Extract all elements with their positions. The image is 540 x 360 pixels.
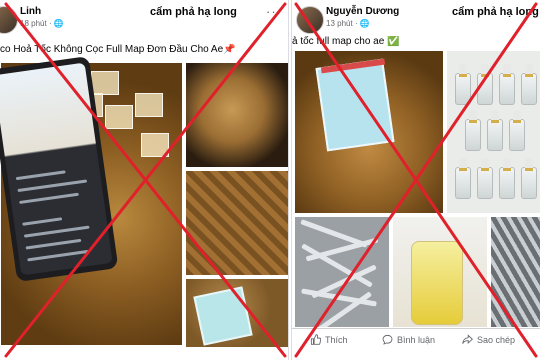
copy-button[interactable]: Sao chép (462, 334, 515, 345)
post-action-bar: Thích Bình luận Sao chép (292, 328, 540, 351)
post-photo-top-left[interactable] (294, 50, 444, 214)
comment-icon (382, 334, 393, 345)
jar (411, 241, 463, 325)
post-photo-bottom-middle[interactable] (392, 216, 488, 328)
group-name[interactable]: cẩm phả hạ long (452, 6, 539, 18)
like-label: Thích (325, 334, 348, 345)
check-icon: ✅ (387, 36, 400, 47)
caption-text: co Hoả Tốc Không Cọc Full Map Đơn Đầu Ch… (0, 44, 224, 55)
more-icon[interactable]: ··· (266, 4, 282, 19)
post-time[interactable]: 18 phút (20, 19, 47, 28)
post-time[interactable]: 13 phút (326, 19, 353, 28)
post-caption: co Hoả Tốc Không Cọc Full Map Đơn Đầu Ch… (0, 44, 288, 55)
small-pack (105, 105, 133, 129)
post-photo-bottom-right[interactable] (490, 216, 540, 328)
avatar[interactable] (0, 6, 18, 34)
post-header: Nguyễn Dương 13 phút · 🌐 cẩm phả hạ long (292, 0, 540, 40)
post-photo-top-right[interactable] (446, 50, 540, 214)
post-header: Linh 18 phút · 🌐 cẩm phả hạ long ··· (0, 0, 288, 40)
like-button[interactable]: Thích (310, 334, 348, 345)
post-photo-bottom-left[interactable] (294, 216, 390, 328)
post-card-left: Linh 18 phút · 🌐 cẩm phả hạ long ··· co … (0, 0, 289, 360)
small-pack (135, 93, 163, 117)
author-name[interactable]: Linh (20, 6, 41, 17)
post-photo-top-right[interactable] (185, 62, 288, 168)
post-photo-middle-right[interactable] (185, 170, 288, 276)
plastic-bag (193, 286, 253, 346)
author-name[interactable]: Nguyễn Dương (326, 6, 399, 17)
post-photo-bottom-right[interactable] (185, 278, 288, 348)
group-name[interactable]: cẩm phả hạ long (150, 6, 237, 18)
share-icon (462, 334, 473, 344)
post-caption: ả tốc full map cho ae ✅ (292, 36, 540, 47)
copy-label: Sao chép (477, 334, 516, 345)
avatar[interactable] (296, 6, 324, 34)
comment-button[interactable]: Bình luận (382, 334, 435, 345)
globe-icon: 🌐 (53, 19, 64, 28)
post-card-right: Nguyễn Dương 13 phút · 🌐 cẩm phả hạ long… (291, 0, 540, 360)
post-meta: 18 phút · 🌐 (20, 19, 64, 28)
small-pack (141, 133, 169, 157)
comment-label: Bình luận (397, 334, 436, 345)
small-pack (91, 71, 119, 95)
thumb-up-icon (310, 334, 321, 345)
globe-icon: 🌐 (359, 19, 370, 28)
post-meta: 13 phút · 🌐 (326, 19, 370, 28)
caption-text: ả tốc full map cho ae (292, 36, 385, 47)
pin-icon: 📌 (223, 44, 236, 55)
